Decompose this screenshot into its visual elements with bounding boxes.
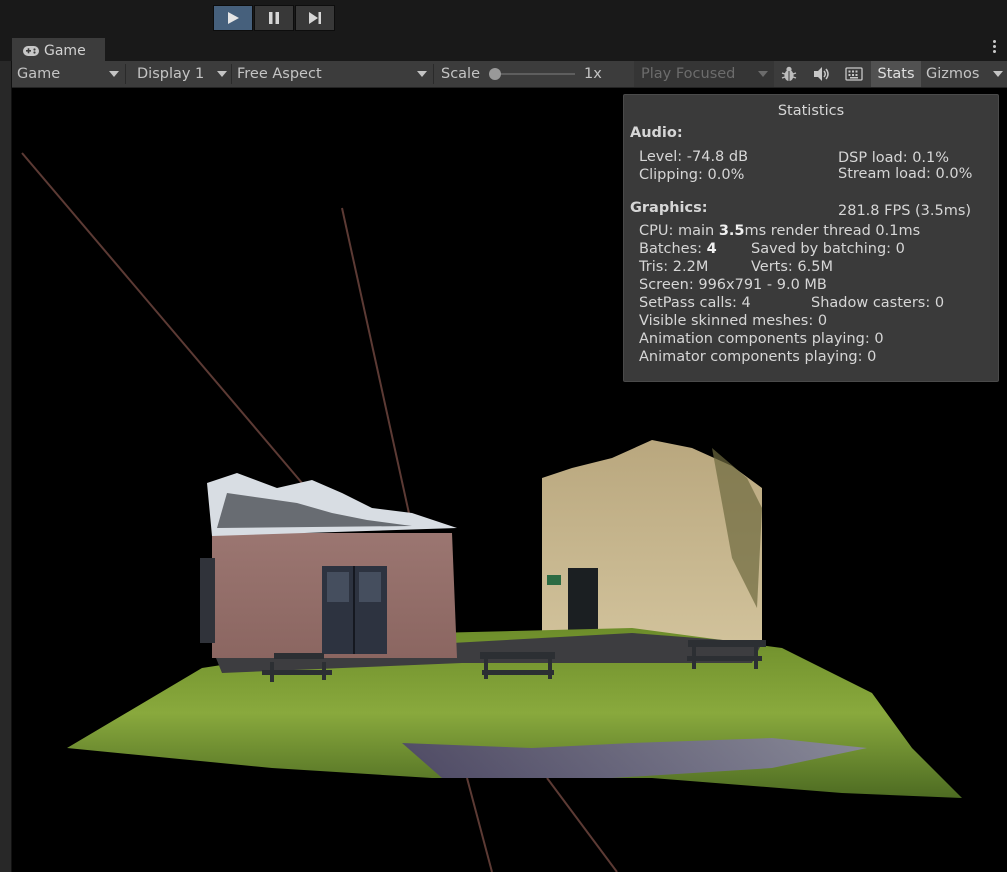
speaker-icon xyxy=(814,67,829,81)
screen-info: Screen: 996x791 - 9.0 MB xyxy=(639,277,827,293)
fps-readout: 281.8 FPS (3.5ms) xyxy=(838,203,972,219)
gamepad-icon xyxy=(23,46,39,56)
aspect-dropdown[interactable]: Free Aspect xyxy=(232,61,432,87)
dsp-load: DSP load: 0.1% xyxy=(838,150,950,166)
scale-value: 1x xyxy=(584,66,602,82)
batches: Batches: 4 xyxy=(639,241,717,257)
scale-slider-track[interactable] xyxy=(495,73,575,75)
view-dropdown[interactable]: Game xyxy=(12,61,124,87)
chevron-down-icon xyxy=(417,71,427,77)
game-view-controls: Game Display 1 Free Aspect Scale 1x Play… xyxy=(12,61,1007,88)
chevron-down-icon xyxy=(758,71,768,77)
more-options-icon[interactable] xyxy=(993,40,997,55)
bug-icon xyxy=(781,66,797,81)
playmode-controls xyxy=(213,5,336,31)
setpass-calls: SetPass calls: 4 xyxy=(639,295,751,311)
pause-icon xyxy=(269,12,279,24)
pause-button[interactable] xyxy=(254,5,294,31)
chevron-down-icon xyxy=(993,71,1003,77)
skinned-meshes: Visible skinned meshes: 0 xyxy=(639,313,828,329)
play-focused-dropdown[interactable]: Play Focused xyxy=(634,61,774,87)
chevron-down-icon xyxy=(109,71,119,77)
audio-level: Level: -74.8 dB xyxy=(639,149,749,165)
shadow-casters: Shadow casters: 0 xyxy=(811,295,945,311)
tris-count: Tris: 2.2M xyxy=(639,259,709,275)
play-button[interactable] xyxy=(213,5,253,31)
animator-components: Animator components playing: 0 xyxy=(639,349,877,365)
graphics-header: Graphics: xyxy=(630,200,708,216)
building-right-door xyxy=(568,568,598,638)
stream-load: Stream load: 0.0% xyxy=(838,166,973,182)
main-toolbar xyxy=(0,0,1007,36)
animation-components: Animation components playing: 0 xyxy=(639,331,884,347)
stats-toggle-button[interactable]: Stats xyxy=(871,61,921,87)
tab-game[interactable]: Game xyxy=(12,38,105,62)
left-gutter xyxy=(0,61,12,872)
stats-button-label: Stats xyxy=(877,66,915,82)
step-button[interactable] xyxy=(295,5,335,31)
cpu-timing: CPU: main 3.5ms render thread 0.1ms xyxy=(639,223,921,239)
debug-bug-button[interactable] xyxy=(776,61,802,87)
display-dropdown[interactable]: Display 1 xyxy=(132,61,230,87)
statistics-panel: Statistics Audio: Level: -74.8 dB Clippi… xyxy=(623,94,999,382)
gizmos-toggle-button[interactable]: Gizmos xyxy=(922,61,988,87)
aspect-dropdown-label: Free Aspect xyxy=(237,66,322,82)
tab-strip: Game xyxy=(0,36,1007,62)
tab-game-label: Game xyxy=(44,43,86,59)
play-icon xyxy=(228,12,239,24)
view-dropdown-label: Game xyxy=(17,66,61,82)
audio-clipping: Clipping: 0.0% xyxy=(639,167,745,183)
step-icon xyxy=(309,12,321,24)
play-focused-label: Play Focused xyxy=(641,66,736,82)
mute-audio-button[interactable] xyxy=(808,61,834,87)
display-dropdown-label: Display 1 xyxy=(137,66,205,82)
keyboard-icon xyxy=(845,67,863,81)
statistics-title: Statistics xyxy=(777,103,845,119)
gizmos-dropdown-button[interactable] xyxy=(989,61,1007,87)
saved-by-batching: Saved by batching: 0 xyxy=(751,241,905,257)
verts-count: Verts: 6.5M xyxy=(751,259,833,275)
gizmos-button-label: Gizmos xyxy=(926,66,980,82)
scale-slider-handle[interactable] xyxy=(489,68,501,80)
scale-label: Scale xyxy=(441,66,481,82)
keyboard-shortcuts-button[interactable] xyxy=(841,61,867,87)
audio-header: Audio: xyxy=(630,125,683,141)
chevron-down-icon xyxy=(217,71,227,77)
